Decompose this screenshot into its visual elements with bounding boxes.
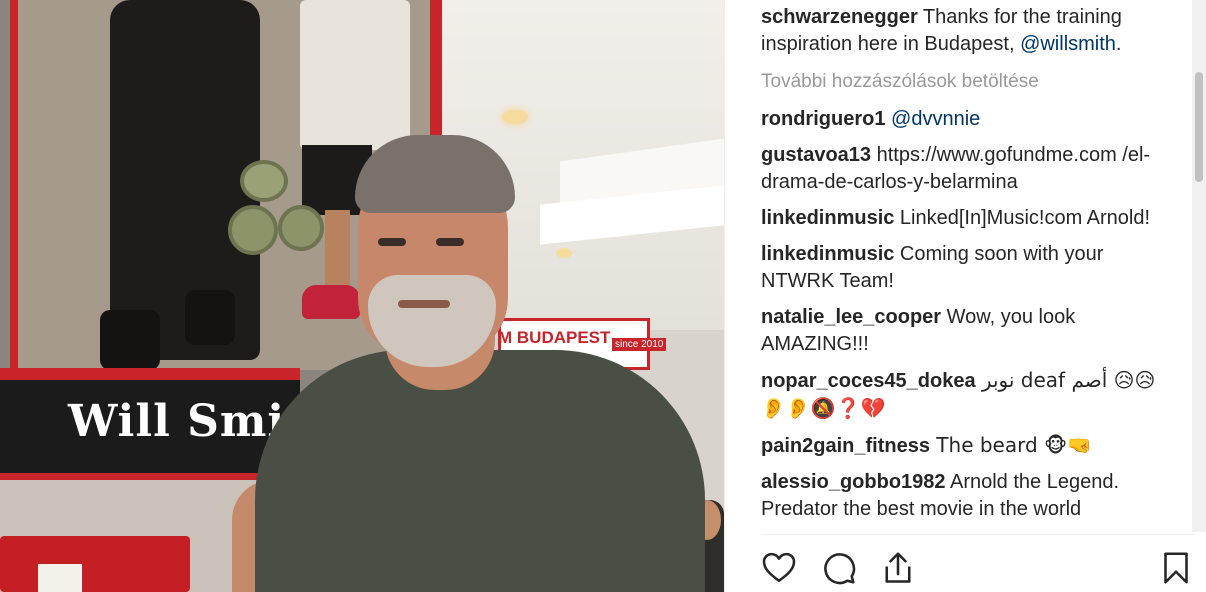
comments-list[interactable]: schwarzenegger Thanks for the training i…: [761, 4, 1181, 532]
comment-item: natalie_lee_cooper Wow, you look AMAZING…: [761, 304, 1181, 358]
heart-icon: [762, 552, 796, 583]
comment-username[interactable]: linkedinmusic: [761, 207, 894, 229]
name-sign-text: Will Smi: [68, 396, 286, 447]
dumbbell: [228, 205, 278, 255]
budapest-sign-text: M BUDAPEST: [498, 328, 611, 347]
subject-mouth: [398, 300, 450, 308]
poster-boot: [100, 310, 160, 370]
post-caption: schwarzenegger Thanks for the training i…: [761, 4, 1181, 58]
comment-username[interactable]: alessio_gobbo1982: [761, 471, 946, 493]
dumbbell: [240, 160, 288, 202]
actions-divider: [761, 534, 1195, 535]
caption-text-end: .: [1115, 33, 1122, 55]
like-button[interactable]: [759, 548, 799, 588]
comment-username[interactable]: gustavoa13: [761, 144, 871, 166]
background-person-leg: [325, 210, 350, 285]
comment-text: Linked[In]Music!com Arnold!: [894, 207, 1151, 229]
machine-label: [38, 564, 82, 592]
scrollbar-thumb[interactable]: [1195, 72, 1203, 182]
comment-mention[interactable]: @dvvnnie: [891, 108, 980, 130]
comment-username[interactable]: nopar_coces45_dokea: [761, 370, 976, 392]
comment-username[interactable]: linkedinmusic: [761, 243, 894, 265]
since-badge: since 2010: [612, 338, 667, 351]
comment-item: nopar_coces45_dokea نوبر deaf أصم 😥😥 👂👂🔕…: [761, 367, 1181, 423]
dumbbell: [278, 205, 324, 251]
comments-scrollbar[interactable]: [1192, 0, 1206, 532]
comment-item: rondriguero1 @dvvnnie: [761, 106, 1181, 133]
ceiling-light: [556, 248, 572, 258]
save-button[interactable]: [1156, 548, 1196, 588]
comment-icon: [824, 553, 856, 585]
action-bar: [725, 540, 1206, 592]
comment-username[interactable]: natalie_lee_cooper: [761, 306, 941, 328]
comment-item: linkedinmusic Linked[In]Music!com Arnold…: [761, 205, 1181, 232]
subject-eye: [378, 238, 406, 246]
ceiling-light: [502, 110, 528, 124]
comment-item: pain2gain_fitness The beard 🐵🤜: [761, 432, 1181, 460]
comments-panel: schwarzenegger Thanks for the training i…: [724, 0, 1206, 592]
background-person: [300, 0, 410, 150]
subject-eye: [436, 238, 464, 246]
comment-item: alessio_gobbo1982 Arnold the Legend. Pre…: [761, 469, 1181, 523]
post-photo[interactable]: Will Smi M BUDAPEST since 2010: [0, 0, 724, 592]
comment-item: gustavoa13 https://www.gofundme.com /el-…: [761, 142, 1181, 196]
share-icon: [885, 552, 911, 583]
comment-item: linkedinmusic Coming soon with your NTWR…: [761, 241, 1181, 295]
load-more-comments-button[interactable]: További hozzászólások betöltése: [761, 70, 1181, 94]
share-button[interactable]: [878, 548, 918, 588]
caption-mention[interactable]: @willsmith: [1020, 33, 1116, 55]
subject-shirt: [255, 350, 705, 592]
poster-boot: [185, 290, 235, 345]
gym-machine: [0, 536, 190, 592]
comment-text: The beard 🐵🤜: [929, 433, 1093, 457]
bookmark-icon: [1164, 552, 1188, 584]
comment-username[interactable]: pain2gain_fitness: [761, 435, 930, 457]
comment-username[interactable]: rondriguero1: [761, 108, 885, 130]
background-person-shoe: [302, 285, 360, 319]
caption-username[interactable]: schwarzenegger: [761, 6, 918, 28]
comment-button[interactable]: [819, 548, 859, 588]
